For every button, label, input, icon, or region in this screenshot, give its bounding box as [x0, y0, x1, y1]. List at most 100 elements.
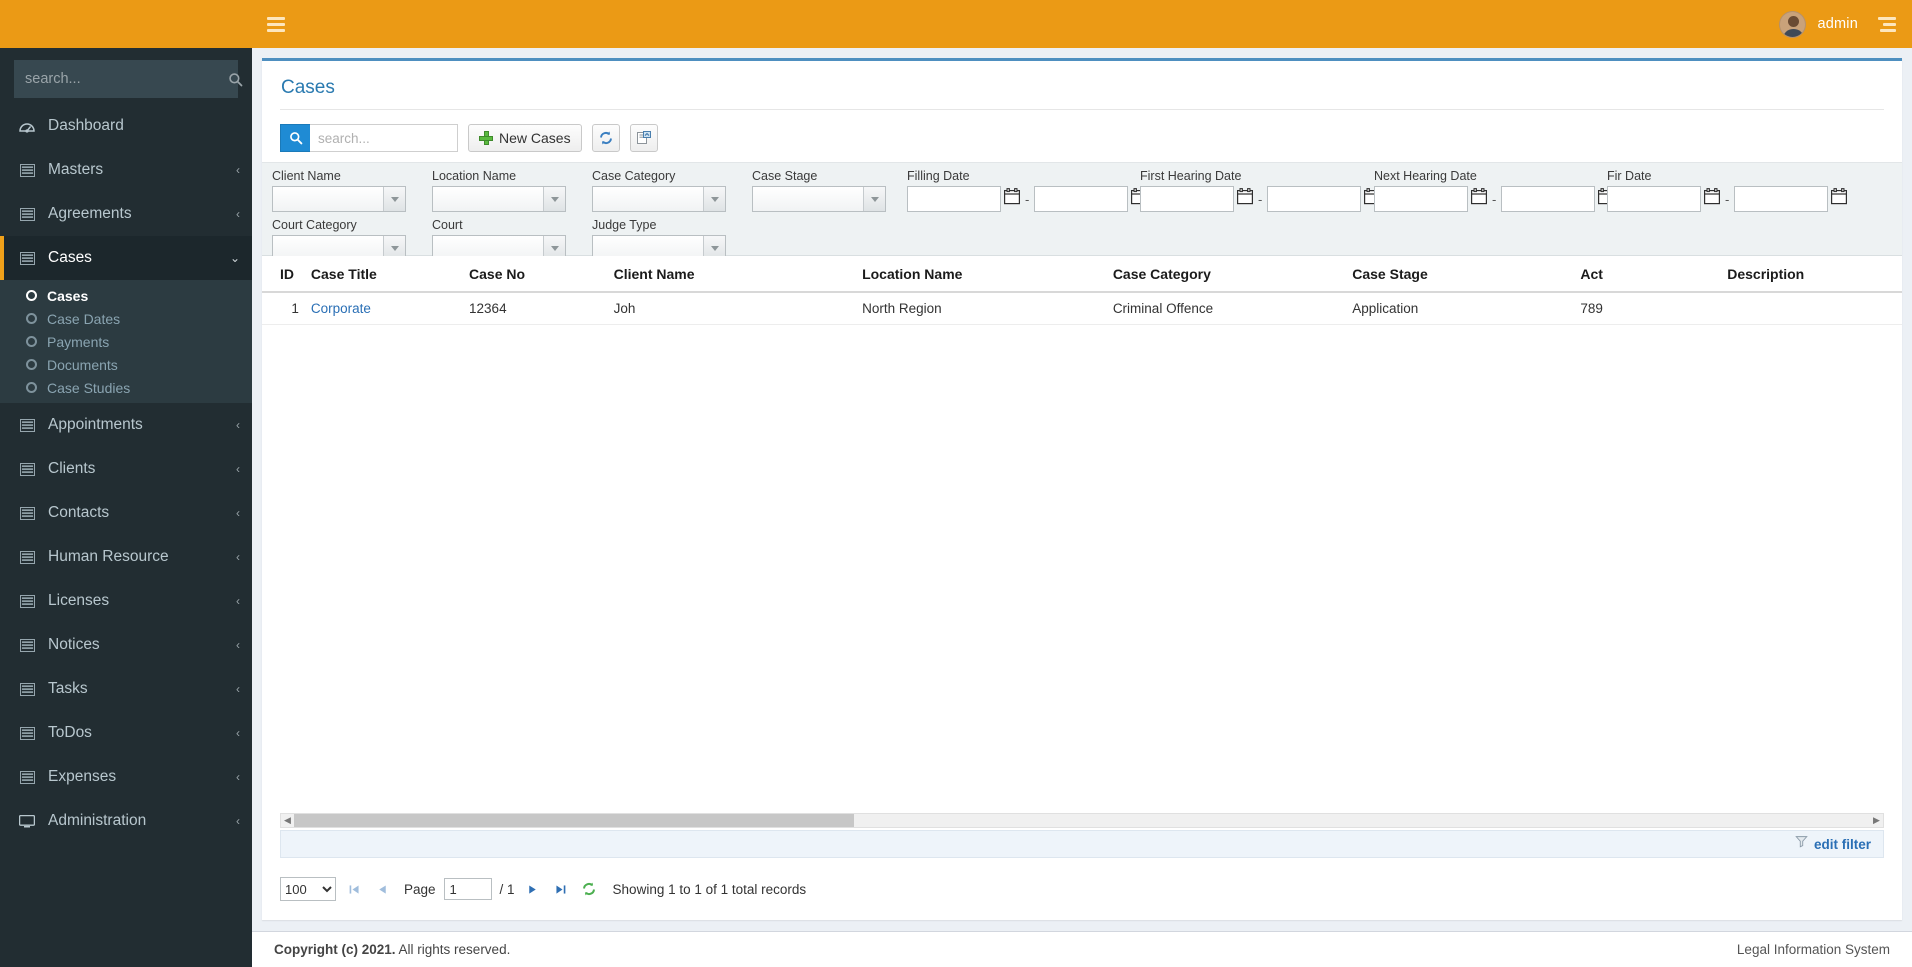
- sidebar-subitem-documents[interactable]: Documents: [0, 353, 252, 376]
- sidebar-item-appointments[interactable]: Appointments ‹: [0, 403, 252, 447]
- date-from-input-first-hearing-date[interactable]: [1140, 186, 1234, 212]
- list-icon: [17, 726, 37, 740]
- search-icon[interactable]: [280, 124, 310, 152]
- export-icon[interactable]: [629, 124, 658, 152]
- filter-field-client-name: Client Name: [272, 169, 406, 212]
- sidebar-item-human-resource[interactable]: Human Resource ‹: [0, 535, 252, 579]
- sidebar-item-todos[interactable]: ToDos ‹: [0, 711, 252, 755]
- settings-icon[interactable]: [1878, 15, 1898, 33]
- avatar[interactable]: [1778, 10, 1806, 38]
- column-header-description[interactable]: Description: [1721, 256, 1902, 293]
- scrollbar-track[interactable]: [294, 814, 1870, 827]
- chevron-down-icon[interactable]: [543, 187, 565, 211]
- filter-field-filling-date: Filling Date -: [907, 169, 1148, 212]
- calendar-icon[interactable]: [1237, 188, 1254, 210]
- hamburger-icon[interactable]: [256, 0, 296, 48]
- sidebar-item-expenses[interactable]: Expenses ‹: [0, 755, 252, 799]
- sidebar-item-cases[interactable]: Cases ⌄: [0, 236, 252, 280]
- page-size-select[interactable]: 100: [280, 877, 336, 901]
- sidebar-search-input[interactable]: [15, 71, 222, 87]
- edit-filter-strip: edit filter: [280, 830, 1884, 858]
- dashboard-icon: [17, 120, 37, 133]
- chevron-down-icon[interactable]: [863, 187, 885, 211]
- table-header-row: ID Case Title Case No Client Name Location N…: [262, 256, 1902, 293]
- date-to-input-next-hearing-date[interactable]: [1501, 186, 1596, 212]
- sidebar-subitem-case-dates[interactable]: Case Dates: [0, 307, 252, 330]
- scroll-right-icon[interactable]: ▶: [1870, 814, 1883, 827]
- filter-field-first-hearing-date: First Hearing Date -: [1140, 169, 1381, 212]
- column-header-id[interactable]: ID: [262, 256, 305, 293]
- sidebar-item-tasks[interactable]: Tasks ‹: [0, 667, 252, 711]
- circle-icon: [26, 382, 37, 393]
- cell-case-title[interactable]: Corporate: [304, 292, 464, 325]
- chevron-icon: ‹: [236, 638, 240, 652]
- sidebar-item-clients[interactable]: Clients ‹: [0, 447, 252, 491]
- prev-page-icon[interactable]: [372, 878, 392, 900]
- calendar-icon[interactable]: [1471, 188, 1488, 210]
- refresh-icon[interactable]: [591, 124, 620, 152]
- sidebar-subitem-cases[interactable]: Cases: [0, 284, 252, 307]
- new-cases-button[interactable]: New Cases: [468, 124, 582, 152]
- date-from-input-filling-date[interactable]: [907, 186, 1001, 212]
- search-input[interactable]: [310, 124, 458, 152]
- horizontal-scrollbar[interactable]: ◀ ▶: [280, 813, 1884, 828]
- calendar-icon[interactable]: [1831, 188, 1848, 210]
- sidebar-item-label: Licenses: [48, 592, 110, 609]
- table-row[interactable]: 1 Corporate 12364 Joh North Region Criminal O…: [262, 292, 1902, 325]
- column-header-case-no[interactable]: Case No: [463, 256, 608, 293]
- column-header-client-name[interactable]: Client Name: [607, 256, 857, 293]
- sidebar-search-group[interactable]: [14, 60, 243, 98]
- sidebar-item-administration[interactable]: Administration ‹: [0, 799, 252, 843]
- plus-icon: [479, 131, 493, 145]
- first-page-icon[interactable]: [344, 878, 364, 900]
- calendar-icon[interactable]: [1004, 188, 1021, 210]
- page-input[interactable]: [443, 878, 492, 900]
- filter-field-court: Court: [432, 218, 566, 261]
- pager-refresh-icon[interactable]: [579, 878, 599, 900]
- settings-bar: [1880, 28, 1896, 32]
- sidebar-submenu-cases: Cases Case Dates Payments Documents Case Stu…: [0, 280, 252, 403]
- case-title-link[interactable]: Corporate: [311, 301, 371, 316]
- chevron-down-icon[interactable]: [383, 187, 405, 211]
- range-separator: -: [1025, 191, 1030, 207]
- copyright-text: Copyright (c) 2021. All rights reserved.: [274, 942, 510, 957]
- scroll-left-icon[interactable]: ◀: [281, 814, 294, 827]
- last-page-icon[interactable]: [551, 878, 571, 900]
- scrollbar-thumb[interactable]: [294, 814, 854, 827]
- filter-select-location-name[interactable]: [432, 186, 566, 212]
- column-header-case-category[interactable]: Case Category: [1106, 256, 1347, 293]
- date-to-input-filling-date[interactable]: [1034, 186, 1129, 212]
- next-page-icon[interactable]: [523, 878, 543, 900]
- hamburger-bar: [267, 22, 285, 26]
- sidebar-subitem-case-studies[interactable]: Case Studies: [0, 376, 252, 399]
- date-from-input-fir-date[interactable]: [1607, 186, 1701, 212]
- calendar-icon[interactable]: [1704, 188, 1721, 210]
- date-to-input-fir-date[interactable]: [1734, 186, 1829, 212]
- cell-case-stage: Application: [1346, 292, 1575, 325]
- filter-select-case-category[interactable]: [592, 186, 726, 212]
- sidebar-item-contacts[interactable]: Contacts ‹: [0, 491, 252, 535]
- sidebar-item-dashboard[interactable]: Dashboard: [0, 104, 252, 148]
- column-header-act[interactable]: Act: [1574, 256, 1722, 293]
- user-menu[interactable]: admin: [1778, 0, 1912, 48]
- filter-select-client-name[interactable]: [272, 186, 406, 212]
- filter-field-location-name: Location Name: [432, 169, 566, 212]
- date-from-input-next-hearing-date[interactable]: [1374, 186, 1468, 212]
- filter-bar: Client Name Location Name Case Category Cas…: [262, 162, 1902, 261]
- sidebar-item-agreements[interactable]: Agreements ‹: [0, 192, 252, 236]
- filter-select-case-stage[interactable]: [752, 186, 886, 212]
- column-header-case-stage[interactable]: Case Stage: [1346, 256, 1575, 293]
- sidebar-item-masters[interactable]: Masters ‹: [0, 148, 252, 192]
- sidebar-item-notices[interactable]: Notices ‹: [0, 623, 252, 667]
- chevron-down-icon[interactable]: [703, 187, 725, 211]
- sidebar-subitem-payments[interactable]: Payments: [0, 330, 252, 353]
- circle-icon: [26, 290, 37, 301]
- filter-select-value: [753, 187, 863, 211]
- sidebar-search-icon[interactable]: [222, 61, 249, 97]
- date-to-input-first-hearing-date[interactable]: [1267, 186, 1362, 212]
- sidebar-subitem-label: Case Dates: [47, 310, 121, 327]
- edit-filter-link[interactable]: edit filter: [1814, 837, 1871, 852]
- column-header-location-name[interactable]: Location Name: [856, 256, 1107, 293]
- sidebar-item-licenses[interactable]: Licenses ‹: [0, 579, 252, 623]
- column-header-case-title[interactable]: Case Title: [304, 256, 464, 293]
